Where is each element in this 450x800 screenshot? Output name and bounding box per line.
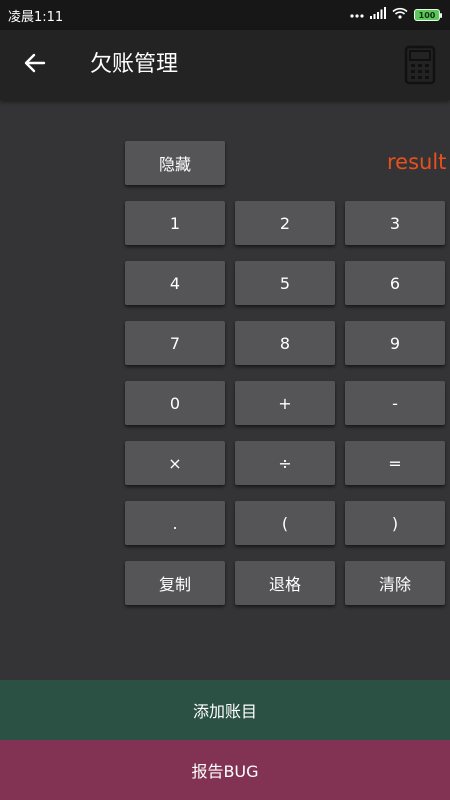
calculator-button[interactable] — [404, 45, 436, 85]
copy-button[interactable]: 复制 — [125, 561, 225, 605]
back-button[interactable] — [20, 50, 50, 80]
battery-icon: 100 — [414, 9, 442, 21]
key-0[interactable]: 0 — [125, 381, 225, 425]
key-dot[interactable]: . — [125, 501, 225, 545]
report-bug-button[interactable]: 报告BUG — [0, 740, 450, 800]
key-8[interactable]: 8 — [235, 321, 335, 365]
key-5[interactable]: 5 — [235, 261, 335, 305]
key-multiply[interactable]: × — [125, 441, 225, 485]
key-6[interactable]: 6 — [345, 261, 445, 305]
status-icons: 100 — [350, 7, 442, 23]
backspace-button[interactable]: 退格 — [235, 561, 335, 605]
arrow-left-icon — [24, 53, 46, 77]
add-account-button[interactable]: 添加账目 — [0, 680, 450, 740]
key-minus[interactable]: - — [345, 381, 445, 425]
calculator-icon — [404, 45, 436, 89]
key-2[interactable]: 2 — [235, 201, 335, 245]
key-1[interactable]: 1 — [125, 201, 225, 245]
signal-icon — [370, 7, 386, 23]
status-bar: 凌晨1:11 100 — [0, 0, 450, 30]
more-dots-icon — [350, 8, 364, 23]
key-3[interactable]: 3 — [345, 201, 445, 245]
key-open-paren[interactable]: ( — [235, 501, 335, 545]
result-display: result — [387, 150, 447, 174]
status-time: 凌晨1:11 — [8, 9, 64, 25]
hide-button[interactable]: 隐藏 — [125, 141, 225, 185]
key-divide[interactable]: ÷ — [235, 441, 335, 485]
clear-button[interactable]: 清除 — [345, 561, 445, 605]
key-4[interactable]: 4 — [125, 261, 225, 305]
app-bar: 欠账管理 — [0, 30, 450, 100]
key-plus[interactable]: + — [235, 381, 335, 425]
key-equals[interactable]: = — [345, 441, 445, 485]
key-9[interactable]: 9 — [345, 321, 445, 365]
key-close-paren[interactable]: ) — [345, 501, 445, 545]
page-title: 欠账管理 — [90, 52, 179, 77]
key-7[interactable]: 7 — [125, 321, 225, 365]
wifi-icon — [392, 7, 408, 23]
